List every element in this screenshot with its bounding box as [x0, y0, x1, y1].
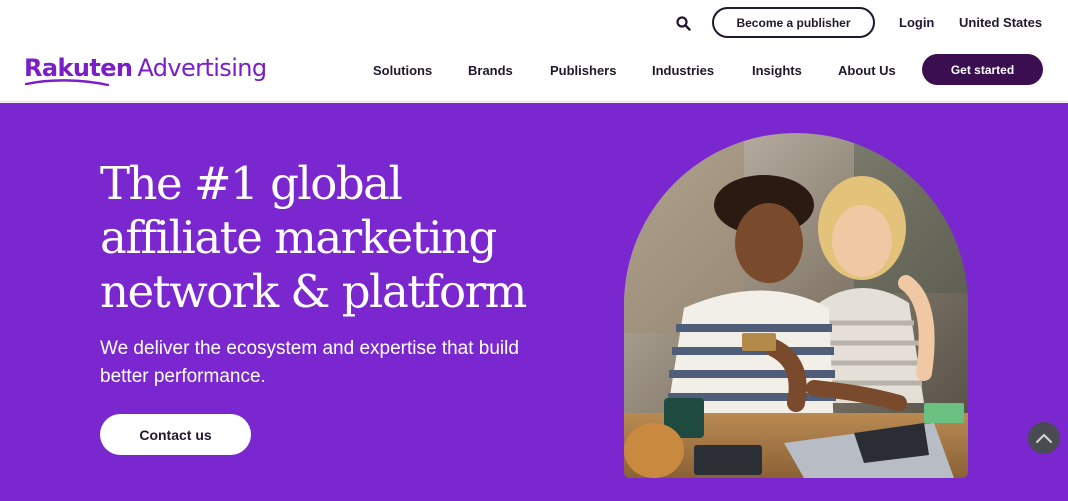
- hero-section: The #1 global affiliate marketing networ…: [0, 103, 1068, 501]
- people-with-laptop-illustration: [624, 133, 968, 478]
- search-icon[interactable]: [672, 12, 694, 34]
- rakuten-advertising-logo[interactable]: Rakuten Advertising: [24, 51, 267, 87]
- hero-title: The #1 global affiliate marketing networ…: [100, 157, 570, 319]
- nav-insights[interactable]: Insights: [752, 63, 802, 78]
- nav-solutions[interactable]: Solutions: [373, 63, 432, 78]
- site-header: Rakuten Advertising Become a publisher L…: [0, 0, 1068, 102]
- hero-title-line: network & platform: [100, 265, 527, 318]
- hero-photo: [624, 133, 968, 478]
- logo-product-text: Advertising: [137, 54, 267, 82]
- logo-swoosh-icon: [25, 79, 109, 87]
- chevron-up-icon: [1036, 434, 1052, 443]
- nav-about-us[interactable]: About Us: [838, 63, 896, 78]
- become-publisher-button[interactable]: Become a publisher: [712, 7, 875, 38]
- get-started-button[interactable]: Get started: [922, 54, 1043, 85]
- hero-title-line: The #1 global: [100, 157, 403, 210]
- hero-title-line: affiliate marketing: [100, 211, 497, 264]
- nav-brands[interactable]: Brands: [468, 63, 513, 78]
- scroll-to-top-button[interactable]: [1028, 422, 1060, 454]
- region-selector[interactable]: United States: [959, 15, 1042, 30]
- contact-us-button[interactable]: Contact us: [100, 414, 251, 455]
- nav-industries[interactable]: Industries: [652, 63, 714, 78]
- login-link[interactable]: Login: [899, 15, 934, 30]
- nav-publishers[interactable]: Publishers: [550, 63, 616, 78]
- hero-subtitle: We deliver the ecosystem and expertise t…: [100, 338, 519, 387]
